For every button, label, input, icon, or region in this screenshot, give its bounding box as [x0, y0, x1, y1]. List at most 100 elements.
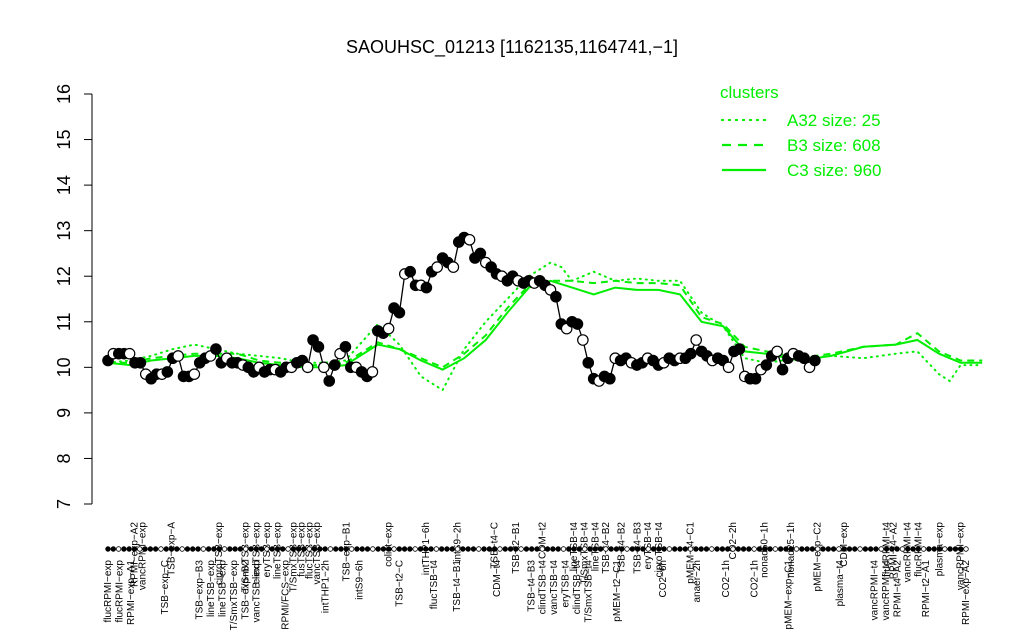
- rug-dot: [815, 546, 821, 552]
- rug-dot: [910, 546, 916, 552]
- rug-dot: [126, 546, 132, 552]
- x-tick-label-bottom: CDM−t4: [492, 560, 503, 597]
- rug-dot: [301, 546, 307, 552]
- rug-dot: [380, 546, 387, 552]
- rug-dot: [820, 546, 826, 552]
- rug-dot: [438, 546, 445, 552]
- x-tick-label-bottom: TSB−exp−C: [160, 560, 171, 614]
- data-point: [161, 366, 174, 378]
- rug-dot: [338, 546, 344, 552]
- rug-dot: [571, 546, 577, 552]
- data-point: [690, 334, 702, 346]
- rug-dot: [460, 546, 466, 552]
- rug-dot: [777, 546, 784, 552]
- rug-dot: [687, 546, 694, 552]
- rug-dot: [407, 546, 413, 552]
- rug-dot: [899, 546, 906, 552]
- rug-dot: [640, 546, 646, 552]
- rug-dot: [544, 546, 551, 552]
- rug-dot: [444, 546, 450, 552]
- rug-dot: [963, 546, 969, 552]
- rug-dot: [894, 546, 900, 552]
- rug-dot: [168, 546, 175, 552]
- x-tick-label-bottom: flucRPMI−exp: [114, 560, 125, 623]
- rug-dot: [131, 546, 138, 552]
- rug-dot: [920, 546, 927, 552]
- rug-dot: [327, 546, 334, 552]
- rug-dot: [592, 546, 598, 552]
- rug-dot: [343, 546, 350, 552]
- x-tick-label-bottom: CO2−6h: [658, 560, 669, 598]
- rug-dot: [862, 546, 869, 552]
- x-tick-label-bottom: CO2−1h: [721, 560, 732, 598]
- rug-dot: [354, 546, 360, 552]
- legend-entry-label: C3 size: 960: [787, 161, 882, 180]
- rug-dot: [322, 546, 328, 552]
- rug-dot: [364, 546, 371, 552]
- x-tick-label-bottom: RPMI/FCS−exp: [280, 560, 291, 630]
- x-tick-label-bottom: intS9−6h: [355, 560, 366, 600]
- x-tick-label-bottom: RPMI−t2−A1: [921, 560, 932, 618]
- rug-dot: [195, 546, 201, 552]
- rug-dot: [497, 546, 503, 552]
- data-point: [312, 341, 325, 353]
- rug-dot: [518, 546, 524, 552]
- rug-dot: [942, 546, 948, 552]
- rug-dot: [386, 546, 392, 552]
- rug-dot: [672, 546, 678, 552]
- rug-dot: [370, 546, 376, 552]
- rug-dot: [693, 546, 699, 552]
- x-tick-label-top: CDM−t2: [537, 522, 548, 559]
- rug-dot: [703, 546, 710, 552]
- x-tick-label-bottom: RPMI−exp−A1: [126, 560, 137, 625]
- rug-dot: [333, 546, 339, 552]
- rug-dot: [391, 546, 397, 552]
- data-point: [550, 290, 562, 303]
- x-tick-label-top: CDM−exp: [839, 522, 850, 567]
- chart-title: SAOUHSC_01213 [1162135,1164741,−1]: [346, 37, 678, 58]
- x-tick-label-bottom: plasma−t4: [835, 560, 846, 607]
- data-point: [447, 261, 460, 273]
- rug-dot: [539, 546, 545, 552]
- data-point: [776, 363, 789, 376]
- rug-dot: [947, 546, 953, 552]
- x-tick-label-bottom: pMEM−t2−C1: [612, 560, 623, 622]
- x-tick-label-bottom: clindTSB−t4: [538, 560, 549, 615]
- rug-dot: [804, 546, 810, 552]
- x-tick-label-bottom: intTHP1−2h: [320, 560, 331, 613]
- x-tick-label-top: pMEM−exp−C2: [813, 522, 824, 592]
- rug-dot: [550, 546, 556, 552]
- rug-dot: [280, 546, 286, 552]
- rug-dot: [767, 546, 773, 552]
- rug-dot: [311, 546, 318, 552]
- rug-dot: [216, 546, 222, 552]
- data-point: [318, 361, 330, 374]
- rug-dot: [158, 546, 164, 552]
- data-point: [463, 233, 476, 246]
- rug-dot: [184, 546, 191, 552]
- rug-dot: [396, 546, 402, 552]
- rug-dot: [857, 546, 863, 552]
- rug-dot: [529, 546, 535, 552]
- rug-dot: [237, 546, 244, 552]
- rug-dot: [110, 546, 116, 552]
- data-point: [301, 361, 314, 374]
- points-layer: [102, 231, 821, 387]
- rug-dot: [661, 546, 667, 552]
- rug-dot: [476, 546, 482, 552]
- rug-dot: [359, 546, 365, 552]
- rug-dot: [581, 546, 588, 552]
- x-tick-label-bottom: RPMI−t4−A2: [892, 560, 903, 618]
- data-point: [809, 354, 821, 367]
- data-point: [339, 341, 352, 353]
- rug-dot: [560, 546, 567, 552]
- rug-dot: [883, 546, 890, 552]
- rug-dot: [714, 546, 720, 552]
- rug-dot: [423, 546, 429, 552]
- rug-dot: [730, 546, 736, 552]
- rug-dot: [793, 546, 800, 552]
- data-point: [188, 368, 201, 380]
- rug-dot: [762, 546, 768, 552]
- rug-dot: [931, 546, 937, 552]
- data-point: [404, 265, 416, 278]
